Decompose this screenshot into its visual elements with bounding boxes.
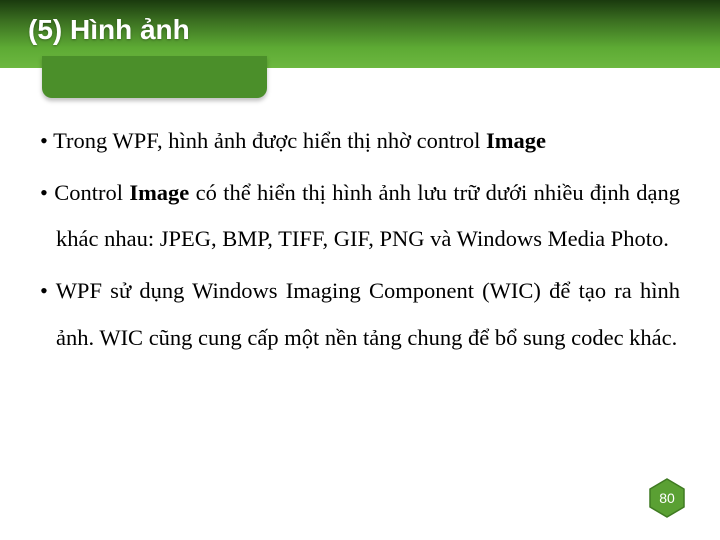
bullet-item: • Control Image có thể hiển thị hình ảnh… <box>40 170 680 262</box>
bullet-text: • WPF sử dụng Windows Imaging Component … <box>40 278 680 349</box>
slide-content: • Trong WPF, hình ảnh được hiển thị nhờ … <box>40 118 680 367</box>
title-tab <box>42 56 267 98</box>
bullet-text: • Trong WPF, hình ảnh được hiển thị nhờ … <box>40 128 486 153</box>
bullet-item: • WPF sử dụng Windows Imaging Component … <box>40 268 680 360</box>
page-number-badge: 80 <box>648 478 686 518</box>
bullet-item: • Trong WPF, hình ảnh được hiển thị nhờ … <box>40 118 680 164</box>
bullet-bold: Image <box>486 128 546 153</box>
page-number: 80 <box>648 478 686 518</box>
bullet-bold: Image <box>129 180 189 205</box>
slide-title: (5) Hình ảnh <box>28 14 190 46</box>
bullet-text: • Control <box>40 180 129 205</box>
